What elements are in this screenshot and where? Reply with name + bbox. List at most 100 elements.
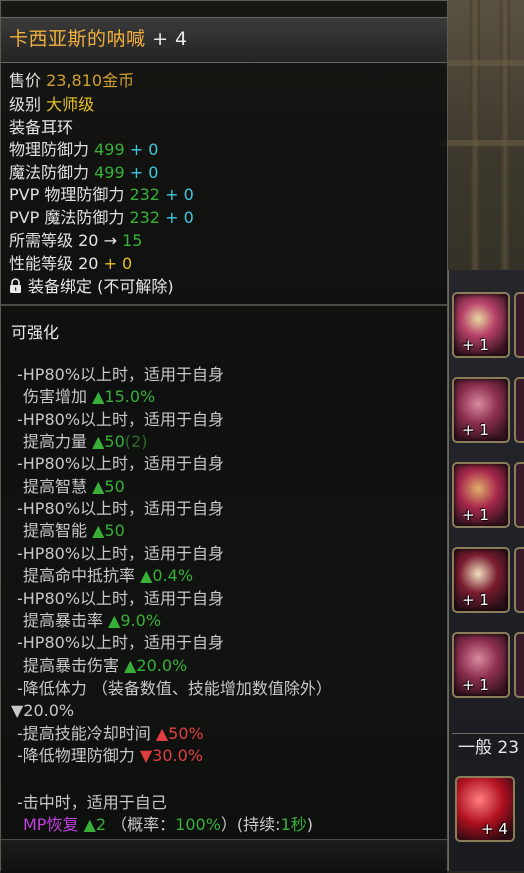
negative-option-value: ▼20.0% bbox=[11, 701, 75, 720]
option-effect-suffix: (2) bbox=[124, 432, 148, 451]
inventory-slot[interactable] bbox=[514, 462, 524, 528]
slot-count: + 1 bbox=[462, 591, 489, 609]
price-label: 售价 bbox=[9, 71, 42, 90]
phys-def-label: 物理防御力 bbox=[9, 140, 90, 159]
pvp-mag-row: PVP 魔法防御力 232 + 0 bbox=[9, 208, 194, 228]
bind-text: 装备绑定 (不可解除) bbox=[28, 277, 174, 296]
option-effect-label: 提高暴击率 bbox=[23, 611, 104, 630]
slot-count: + 1 bbox=[462, 676, 489, 694]
proc-duration-label: (持续: bbox=[236, 815, 281, 834]
option-effect: 提高命中抵抗率 ▲0.4% bbox=[23, 566, 193, 586]
option-effect-label: 提高力量 bbox=[23, 432, 88, 451]
proc-effect-label: MP恢复 bbox=[23, 815, 79, 834]
inventory-slot[interactable] bbox=[514, 292, 524, 358]
proc-condition: -击中时，适用于自己 bbox=[17, 793, 167, 812]
inventory-slot[interactable]: + 4 bbox=[455, 776, 515, 842]
option-condition: -HP80%以上时，适用于自身 bbox=[17, 454, 225, 473]
inventory-slot[interactable]: + 1 bbox=[452, 462, 510, 528]
option-effect-value: ▲9.0% bbox=[108, 611, 162, 630]
section-divider bbox=[1, 304, 447, 306]
req-level-label: 所需等级 bbox=[9, 231, 74, 250]
slot-count: + 1 bbox=[462, 421, 489, 439]
inventory-slot[interactable] bbox=[514, 377, 524, 443]
item-enhance-level: + 4 bbox=[152, 28, 188, 50]
option-effect: 提高暴击率 ▲9.0% bbox=[23, 611, 161, 631]
option-effect-value: ▲50 bbox=[92, 521, 125, 540]
inventory-slot[interactable]: + 1 bbox=[452, 547, 510, 613]
pvp-phys-row: PVP 物理防御力 232 + 0 bbox=[9, 185, 194, 205]
item-tooltip: 卡西亚斯的呐喊 + 4 售价 23,810金币 级别 大师级 装备耳环 物理防御… bbox=[0, 0, 448, 873]
option-condition: -HP80%以上时，适用于自身 bbox=[17, 410, 225, 429]
option-effect: 提高暴击伤害 ▲20.0% bbox=[23, 656, 187, 676]
inventory-slot[interactable] bbox=[514, 632, 524, 698]
grade-label: 级别 bbox=[9, 95, 42, 114]
pvp-mag-bonus: + 0 bbox=[165, 208, 194, 227]
phys-def-value: 499 bbox=[94, 140, 125, 159]
grade-value: 大师级 bbox=[46, 95, 95, 114]
perf-level-label: 性能等级 bbox=[9, 254, 74, 273]
negative-option-value: ▼30.0% bbox=[139, 746, 204, 765]
mag-def-bonus: + 0 bbox=[129, 163, 159, 182]
pvp-phys-value: 232 bbox=[129, 185, 160, 204]
equip-label: 装备 bbox=[9, 118, 42, 137]
option-effect: 提高智能 ▲50 bbox=[23, 521, 125, 541]
option-condition: -HP80%以上时，适用于自身 bbox=[17, 499, 225, 518]
option-effect-value: ▲15.0% bbox=[92, 387, 156, 406]
proc-duration-value: 1秒 bbox=[280, 815, 307, 834]
proc-chance-label: （概率： bbox=[111, 815, 176, 834]
option-effect-label: 提高命中抵抗率 bbox=[23, 566, 136, 585]
pvp-phys-bonus: + 0 bbox=[165, 185, 194, 204]
option-effect-label: 提高智慧 bbox=[23, 477, 88, 496]
inventory-slot[interactable]: + 1 bbox=[452, 377, 510, 443]
proc-effect: MP恢复 ▲2 （概率：100%）(持续:1秒) bbox=[23, 815, 313, 835]
slot-count: + 1 bbox=[462, 336, 489, 354]
mag-def-label: 魔法防御力 bbox=[9, 163, 90, 182]
perf-level-row: 性能等级 20 + 0 bbox=[9, 254, 132, 274]
negative-option-value: ▲50% bbox=[155, 724, 204, 743]
price-row: 售价 23,810金币 bbox=[9, 71, 134, 91]
inventory-slot[interactable] bbox=[514, 547, 524, 613]
price-unit: 金币 bbox=[102, 71, 135, 90]
pvp-mag-label: PVP 魔法防御力 bbox=[9, 208, 125, 227]
phys-def-bonus: + 0 bbox=[129, 140, 159, 159]
enhance-section-title: 可强化 bbox=[11, 323, 60, 342]
equip-value: 耳环 bbox=[41, 118, 74, 137]
option-effect-label: 伤害增加 bbox=[23, 387, 88, 406]
option-effect-value: ▲20.0% bbox=[124, 656, 188, 675]
option-effect-value: ▲0.4% bbox=[140, 566, 194, 585]
inventory-tab-general[interactable]: 一般 23 bbox=[452, 733, 524, 762]
phys-def-row: 物理防御力 499 + 0 bbox=[9, 140, 158, 160]
proc-effect-value: ▲2 bbox=[83, 815, 107, 834]
req-level-row: 所需等级 20 → 15 bbox=[9, 231, 142, 251]
mag-def-value: 499 bbox=[94, 163, 125, 182]
lock-icon bbox=[10, 278, 21, 293]
negative-option-label: -提高技能冷却时间 bbox=[17, 724, 151, 743]
equip-row: 装备耳环 bbox=[9, 118, 73, 138]
pvp-mag-value: 232 bbox=[129, 208, 160, 227]
option-effect: 提高智慧 ▲50 bbox=[23, 477, 125, 497]
option-effect: 提高力量 ▲50(2) bbox=[23, 432, 147, 452]
negative-option: -提高技能冷却时间 ▲50% bbox=[17, 724, 204, 744]
inventory-slot[interactable]: + 1 bbox=[452, 632, 510, 698]
option-condition: -HP80%以上时，适用于自身 bbox=[17, 544, 225, 563]
tooltip-footer bbox=[1, 839, 447, 873]
negative-option: -降低物理防御力 ▼30.0% bbox=[17, 746, 203, 766]
item-title: 卡西亚斯的呐喊 + 4 bbox=[9, 24, 188, 51]
slot-count: + 4 bbox=[481, 820, 508, 838]
req-level-to: 15 bbox=[122, 231, 143, 250]
negative-option: -降低体力 （装备数值、技能增加数值除外） bbox=[17, 679, 332, 698]
grade-row: 级别 大师级 bbox=[9, 95, 94, 115]
perf-level-value: 20 bbox=[78, 254, 99, 273]
mag-def-row: 魔法防御力 499 + 0 bbox=[9, 163, 158, 183]
bind-row: 装备绑定 (不可解除) bbox=[9, 277, 174, 297]
option-condition: -HP80%以上时，适用于自身 bbox=[17, 633, 225, 652]
perf-level-bonus: + 0 bbox=[103, 254, 133, 273]
item-title-bar: 卡西亚斯的呐喊 + 4 bbox=[1, 17, 447, 63]
proc-chance-value: 100% bbox=[175, 815, 221, 834]
slot-count: + 1 bbox=[462, 506, 489, 524]
option-effect-value: ▲50 bbox=[92, 477, 125, 496]
proc-duration-close: ) bbox=[306, 815, 313, 834]
req-level-from: 20 bbox=[78, 231, 99, 250]
inventory-slot[interactable]: + 1 bbox=[452, 292, 510, 358]
arrow-right-icon: → bbox=[103, 231, 117, 250]
